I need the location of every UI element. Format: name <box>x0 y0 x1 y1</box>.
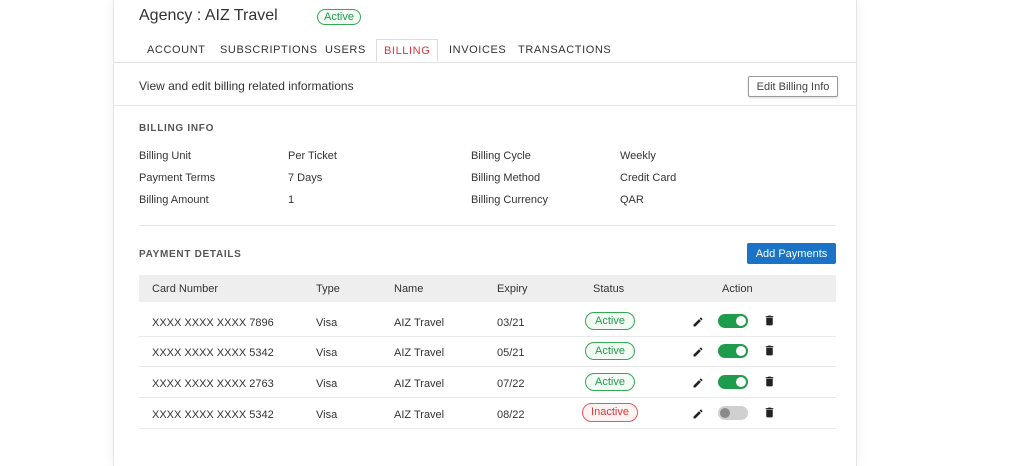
pencil-icon[interactable] <box>692 315 704 333</box>
status-badge: Active <box>585 373 635 391</box>
tab-bar: ACCOUNT SUBSCRIPTIONS USERS BILLING INVO… <box>114 38 856 63</box>
pencil-icon[interactable] <box>692 407 704 425</box>
expiry-cell: 05/21 <box>497 347 525 359</box>
payment-details-title: PAYMENT DETAILS <box>139 249 242 260</box>
expiry-cell: 07/22 <box>497 378 525 390</box>
trash-icon[interactable] <box>763 405 776 425</box>
billing-method-value: Credit Card <box>620 172 677 184</box>
toggle-switch[interactable] <box>718 344 748 358</box>
billing-amount-value: 1 <box>288 194 295 206</box>
name-cell: AIZ Travel <box>394 317 445 329</box>
type-cell: Visa <box>316 347 338 359</box>
card-number-cell: XXXX XXXX XXXX 5342 <box>152 409 274 421</box>
billing-currency-label: Billing Currency <box>471 194 549 206</box>
payment-terms-label: Payment Terms <box>139 172 216 184</box>
table-row: XXXX XXXX XXXX 2763 Visa AIZ Travel 07/2… <box>139 367 836 398</box>
name-cell: AIZ Travel <box>394 409 445 421</box>
table-row: XXXX XXXX XXXX 5342 Visa AIZ Travel 05/2… <box>139 336 836 367</box>
page-title: Agency : AIZ Travel <box>139 7 278 24</box>
billing-unit-label: Billing Unit <box>139 150 191 162</box>
payment-terms-value: 7 Days <box>288 172 323 184</box>
card-number-cell: XXXX XXXX XXXX 5342 <box>152 347 274 359</box>
type-cell: Visa <box>316 409 338 421</box>
name-cell: AIZ Travel <box>394 347 445 359</box>
column-header-status: Status <box>593 283 625 295</box>
status-badge: Active <box>585 342 635 360</box>
toggle-knob <box>720 408 730 418</box>
tab-transactions[interactable]: TRANSACTIONS <box>518 44 611 56</box>
column-header-action: Action <box>722 283 753 295</box>
toggle-knob <box>736 377 746 387</box>
trash-icon[interactable] <box>763 374 776 394</box>
trash-icon[interactable] <box>763 313 776 333</box>
expiry-cell: 03/21 <box>497 317 525 329</box>
agency-panel: Agency : AIZ Travel Active ACCOUNT SUBSC… <box>113 0 857 466</box>
table-row: XXXX XXXX XXXX 5342 Visa AIZ Travel 08/2… <box>139 398 836 429</box>
billing-description: View and edit billing related informatio… <box>139 79 354 93</box>
tab-invoices[interactable]: INVOICES <box>449 44 506 56</box>
agency-status-badge: Active <box>317 9 361 25</box>
toggle-switch[interactable] <box>718 375 748 389</box>
trash-icon[interactable] <box>763 343 776 363</box>
payment-table-header: Card Number Type Name Expiry Status Acti… <box>139 275 836 302</box>
divider <box>114 105 856 106</box>
billing-currency-value: QAR <box>620 194 644 206</box>
status-badge: Inactive <box>582 403 638 422</box>
pencil-icon[interactable] <box>692 376 704 394</box>
column-header-card-number: Card Number <box>152 283 219 295</box>
toggle-switch[interactable] <box>718 406 748 420</box>
billing-method-label: Billing Method <box>471 172 541 184</box>
type-cell: Visa <box>316 317 338 329</box>
billing-amount-label: Billing Amount <box>139 194 209 206</box>
toggle-knob <box>736 346 746 356</box>
billing-unit-value: Per Ticket <box>288 150 337 162</box>
pencil-icon[interactable] <box>692 345 704 363</box>
tab-billing[interactable]: BILLING <box>376 39 439 62</box>
type-cell: Visa <box>316 378 338 390</box>
tab-users[interactable]: USERS <box>325 44 366 56</box>
edit-billing-info-button[interactable]: Edit Billing Info <box>748 76 838 97</box>
billing-cycle-label: Billing Cycle <box>471 150 531 162</box>
column-header-expiry: Expiry <box>497 283 528 295</box>
tab-account[interactable]: ACCOUNT <box>147 44 206 56</box>
toggle-switch[interactable] <box>718 314 748 328</box>
status-badge: Active <box>585 312 635 330</box>
column-header-type: Type <box>316 283 340 295</box>
tab-subscriptions[interactable]: SUBSCRIPTIONS <box>220 44 318 56</box>
card-number-cell: XXXX XXXX XXXX 7896 <box>152 317 274 329</box>
table-row: XXXX XXXX XXXX 7896 Visa AIZ Travel 03/2… <box>139 306 836 337</box>
add-payments-button[interactable]: Add Payments <box>747 243 836 264</box>
billing-info-title: BILLING INFO <box>139 123 215 134</box>
expiry-cell: 08/22 <box>497 409 525 421</box>
billing-cycle-value: Weekly <box>620 150 656 162</box>
column-header-name: Name <box>394 283 424 295</box>
name-cell: AIZ Travel <box>394 378 445 390</box>
toggle-knob <box>736 316 746 326</box>
divider <box>139 225 836 226</box>
card-number-cell: XXXX XXXX XXXX 2763 <box>152 378 274 390</box>
